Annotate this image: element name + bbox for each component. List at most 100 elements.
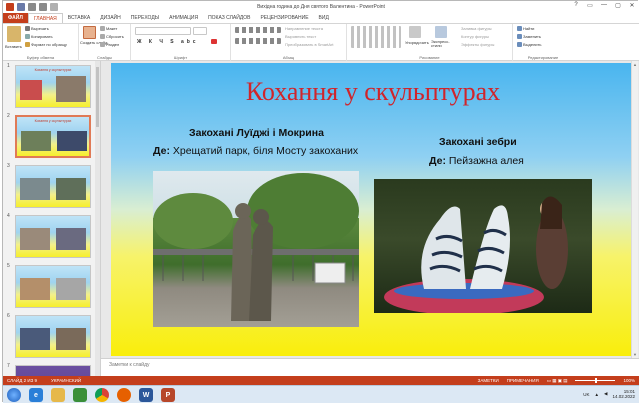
shape-outline-button[interactable]: Контур фигуры [461,34,489,39]
left-location-label: Де: [153,145,170,157]
group-paragraph: Направление текста Выровнять текст Преоб… [231,24,347,61]
media-player-icon[interactable] [73,388,87,402]
thumbnail-image [57,131,87,151]
thumbnail-row[interactable]: 3 [3,163,100,208]
close-button[interactable]: ✕ [627,2,637,9]
smartart-button[interactable]: Преобразовать в SmartArt [285,42,334,47]
align-buttons[interactable] [235,38,281,44]
notes-toggle[interactable]: ЗАМЕТКИ [478,378,499,383]
thumbnail-row[interactable]: 6 [3,313,100,358]
cut-button[interactable]: Вырезать [25,26,49,32]
section-button[interactable]: Раздел [100,42,119,48]
slide-thumbnail[interactable]: Кохання у скульптурах [15,65,91,108]
font-format-buttons[interactable]: Ж К Ч S abc [137,39,199,45]
slide-title[interactable]: Кохання у скульптурах [111,77,635,107]
word-icon[interactable]: W [139,388,153,402]
slide-thumbnail-selected[interactable]: Кохання у скульптурах [15,115,91,158]
ribbon: Вставить Вырезать Копировать Формат по о… [3,23,639,61]
arrange-icon[interactable] [409,26,421,38]
minimize-button[interactable]: — [599,2,609,9]
slide-thumbnail[interactable] [15,165,91,208]
tab-view[interactable]: ВИД [314,13,334,23]
text-direction-button[interactable]: Направление текста [285,26,323,31]
tab-transitions[interactable]: ПЕРЕХОДЫ [126,13,164,23]
clock[interactable]: 15:01 14.02.2022 [612,389,635,399]
font-family-select[interactable] [135,27,191,35]
view-buttons[interactable]: ▭ ▦ ▣ ▤ [547,378,568,384]
editor-scrollbar[interactable]: ▲ ▼ [631,61,638,358]
file-explorer-icon[interactable] [51,388,65,402]
tab-review[interactable]: РЕЦЕНЗИРОВАНИЕ [255,13,313,23]
scroll-down-icon[interactable]: ▼ [633,352,637,357]
thumbnail-row[interactable]: 7 [3,363,100,376]
quick-styles-button[interactable]: Экспресс-стили [431,40,457,48]
shape-fill-button[interactable]: Заливка фигуры [461,26,492,31]
network-icon[interactable]: ▲ [595,392,599,397]
tab-animation[interactable]: АНИМАЦИЯ [164,13,203,23]
shape-effects-button[interactable]: Эффекты фигуры [461,42,494,47]
select-button[interactable]: Выделить [517,42,541,48]
photo-zebras[interactable] [374,179,592,313]
slide-thumbnail[interactable] [15,215,91,258]
thumbnail-image [56,278,86,300]
slide-thumbnail[interactable] [15,265,91,308]
system-tray: UK ▲ ◀ 15:01 14.02.2022 [583,389,635,399]
thumbnail-number: 2 [7,113,10,119]
font-size-select[interactable] [193,27,207,35]
powerpoint-taskbar-icon[interactable]: P [161,388,175,402]
new-slide-icon[interactable] [83,26,96,39]
align-text-button[interactable]: Выровнять текст [285,34,316,39]
scroll-up-icon[interactable]: ▲ [633,62,637,67]
reset-button[interactable]: Сбросить [100,34,124,40]
tab-design[interactable]: ДИЗАЙН [95,13,126,23]
thumbnail-number: 5 [7,263,10,269]
paste-icon[interactable] [7,26,21,42]
photo-luigi-mokryna[interactable] [153,171,359,327]
notes-pane[interactable]: Заметки к слайду [101,358,639,376]
help-button[interactable]: ? [571,2,581,9]
tab-slideshow[interactable]: ПОКАЗ СЛАЙДОВ [203,13,255,23]
thumbnail-row[interactable]: 1 Кохання у скульптурах [3,63,100,108]
maximize-button[interactable]: ▢ [613,2,623,9]
internet-explorer-icon[interactable]: e [29,388,43,402]
section-icon [100,42,105,48]
left-location[interactable]: Де: Хрещатий парк, біля Мосту закоханих [153,145,358,157]
replace-button[interactable]: Заменить [517,34,541,40]
current-slide[interactable]: Кохання у скульптурах Закохані Луїджі і … [111,63,635,356]
scrollbar-thumb[interactable] [96,67,99,127]
thumbnail-row[interactable]: 2 Кохання у скульптурах [3,113,100,158]
zoom-handle[interactable] [595,378,598,383]
comments-toggle[interactable]: ПРИМЕЧАНИЯ [507,378,539,383]
left-heading[interactable]: Закохані Луїджі і Мокрина [189,127,324,139]
keyboard-language[interactable]: UK [583,392,589,397]
copy-button[interactable]: Копировать [25,34,53,40]
right-heading[interactable]: Закохані зебри [439,136,517,148]
format-painter-button[interactable]: Формат по образцу [25,42,67,48]
right-location[interactable]: Де: Пейзажна алея [429,155,524,167]
windows-taskbar: e W P UK ▲ ◀ 15:01 14.02.2022 [3,385,639,403]
list-buttons[interactable] [235,27,281,33]
slide-thumbnail[interactable] [15,315,91,358]
quick-styles-icon[interactable] [435,26,447,38]
thumbnail-row[interactable]: 4 [3,213,100,258]
find-button[interactable]: Найти [517,26,534,32]
chrome-icon[interactable] [95,388,109,402]
tab-home[interactable]: ГЛАВНАЯ [27,13,63,23]
slide-thumbnail[interactable] [15,365,91,376]
shapes-gallery[interactable] [351,26,401,48]
ribbon-display-button[interactable]: ▭ [585,2,595,9]
thumbnail-row[interactable]: 5 [3,263,100,308]
paste-button[interactable]: Вставить [5,44,22,49]
tab-file[interactable]: ФАЙЛ [3,13,28,23]
volume-icon[interactable]: ◀ [604,391,607,397]
firefox-icon[interactable] [117,388,131,402]
zoom-slider[interactable] [575,378,616,383]
zoom-level[interactable]: 100% [623,378,635,383]
language-indicator[interactable]: УКРАИНСКИЙ [51,378,81,383]
arrange-button[interactable]: Упорядочить [405,40,429,45]
thumbnails-scrollbar[interactable] [95,61,100,376]
tab-insert[interactable]: ВСТАВКА [63,13,95,23]
font-color-icon[interactable] [211,39,217,44]
layout-button[interactable]: Макет [100,26,117,32]
start-button-icon[interactable] [7,388,21,402]
